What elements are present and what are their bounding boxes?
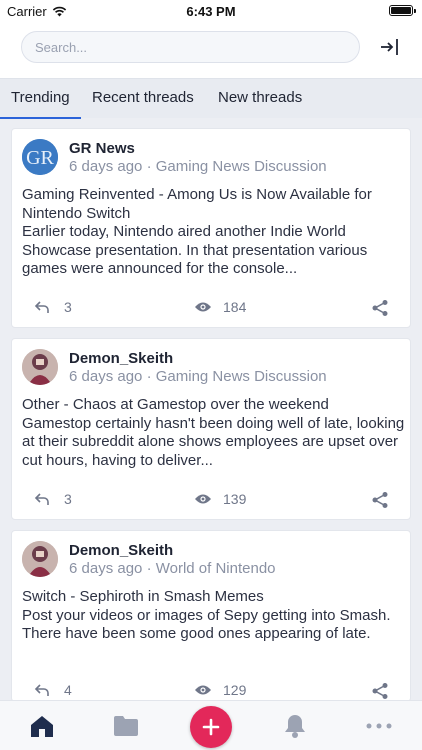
thread-time: 6 days ago [69,158,143,175]
reply-count: 4 [64,682,72,698]
gr-news-logo: GR [22,139,58,175]
thread-title[interactable]: Gaming Reinvented - Among Us is Now Avai… [22,186,407,223]
thread-title[interactable]: Other - Chaos at Gamestop over the weeke… [22,396,407,415]
thread-author[interactable]: Demon_Skeith [69,350,173,367]
thread-time: 6 days ago [69,368,143,385]
thread-forum[interactable]: Gaming News Discussion [156,158,327,175]
meta-separator: · [146,368,152,385]
login-icon[interactable] [378,36,402,58]
avatar[interactable] [22,349,58,385]
thread-body: Switch - Sephiroth in Smash Memes Post y… [22,588,407,644]
thread-excerpt: Post your videos or images of Sepy getti… [22,606,391,643]
thread-time: 6 days ago [69,560,143,577]
thread-title[interactable]: Switch - Sephiroth in Smash Memes [22,588,407,607]
meta-separator: · [146,158,152,175]
nav-home[interactable] [29,713,55,739]
view-count: 184 [223,299,247,315]
user-avatar-image [22,349,58,385]
reply-stat[interactable]: 3 [34,491,72,507]
bell-icon [285,715,305,738]
thread-card[interactable]: Demon_Skeith 6 days ago · World of Ninte… [11,530,411,702]
reply-icon [34,301,49,313]
thread-body: Other - Chaos at Gamestop over the weeke… [22,396,407,470]
reply-icon [34,684,49,696]
user-avatar-image [22,541,58,577]
reply-count: 3 [64,299,72,315]
battery-icon [389,5,416,16]
thread-card[interactable]: Demon_Skeith 6 days ago · Gaming News Di… [11,338,411,520]
folder-icon [114,716,138,736]
eye-icon [195,685,211,695]
meta-separator: · [146,560,152,577]
plus-icon [202,718,220,736]
eye-icon [195,494,211,504]
nav-more[interactable] [366,713,392,739]
thread-tabs: Trending Recent threads New threads [0,78,422,119]
eye-icon [195,302,211,312]
bottom-nav [0,700,422,750]
view-count: 129 [223,682,247,698]
status-bar: Carrier 6:43 PM [0,0,422,22]
reply-stat[interactable]: 4 [34,682,72,698]
more-icon [366,723,392,729]
tab-recent-threads[interactable]: Recent threads [92,89,194,119]
share-icon[interactable] [371,299,389,317]
view-stat: 139 [194,491,246,507]
thread-excerpt: Gamestop certainly hasn't been doing wel… [22,414,405,469]
thread-author[interactable]: GR News [69,140,135,157]
svg-text:GR: GR [26,147,54,169]
tab-trending[interactable]: Trending [0,89,81,119]
search-input[interactable] [21,31,360,63]
reply-count: 3 [64,491,72,507]
new-thread-button[interactable] [190,706,232,748]
clock: 6:43 PM [186,4,236,19]
share-icon[interactable] [371,491,389,509]
tab-new-threads[interactable]: New threads [218,89,302,119]
header [0,22,422,78]
avatar[interactable]: GR [22,139,58,175]
avatar[interactable] [22,541,58,577]
thread-meta: 6 days ago · Gaming News Discussion [69,158,327,175]
thread-author[interactable]: Demon_Skeith [69,542,173,559]
view-stat: 184 [194,299,246,315]
thread-excerpt: Earlier today, Nintendo aired another In… [22,223,368,277]
home-icon [31,716,53,737]
thread-forum[interactable]: World of Nintendo [156,560,276,577]
share-icon[interactable] [371,682,389,700]
reply-icon [34,493,49,505]
thread-body: Gaming Reinvented - Among Us is Now Avai… [22,186,407,279]
thread-forum[interactable]: Gaming News Discussion [156,368,327,385]
reply-stat[interactable]: 3 [34,299,72,315]
thread-meta: 6 days ago · Gaming News Discussion [69,368,327,385]
nav-notifications[interactable] [282,713,308,739]
nav-forums[interactable] [113,713,139,739]
thread-card[interactable]: GR GR News 6 days ago · Gaming News Disc… [11,128,411,328]
view-count: 139 [223,491,247,507]
view-stat: 129 [194,682,246,698]
thread-meta: 6 days ago · World of Nintendo [69,560,276,577]
